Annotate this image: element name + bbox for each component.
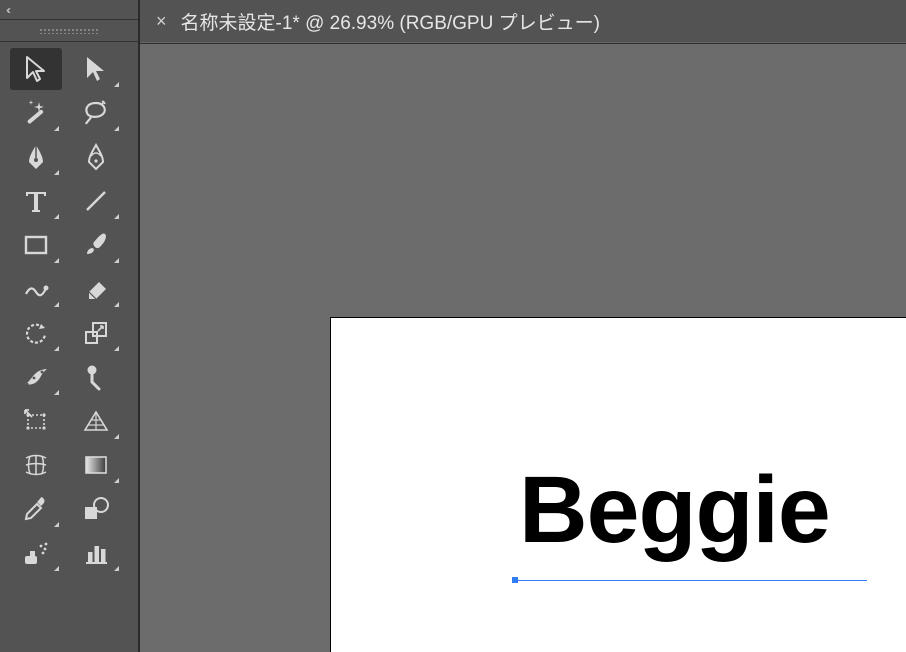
submenu-indicator-icon <box>54 258 59 263</box>
submenu-indicator-icon <box>54 566 59 571</box>
line-segment-tool[interactable] <box>70 180 122 222</box>
direct-selection-tool[interactable] <box>70 48 122 90</box>
submenu-indicator-icon <box>54 302 59 307</box>
tool-panel: ‹‹ <box>0 0 140 652</box>
submenu-indicator-icon <box>114 258 119 263</box>
tool-grid <box>0 42 138 580</box>
document-tab-title: 名称未設定-1* @ 26.93% (RGB/GPU プレビュー) <box>181 8 600 35</box>
eyedropper-tool[interactable] <box>10 488 62 530</box>
submenu-indicator-icon <box>114 346 119 351</box>
gradient-tool[interactable] <box>70 444 122 486</box>
perspective-grid-tool[interactable] <box>70 400 122 442</box>
submenu-indicator-icon <box>54 126 59 131</box>
eraser-tool[interactable] <box>70 268 122 310</box>
magic-wand-tool[interactable] <box>10 92 62 134</box>
submenu-indicator-icon <box>54 390 59 395</box>
grip-icon <box>39 28 99 34</box>
document-tab[interactable]: × 名称未設定-1* @ 26.93% (RGB/GPU プレビュー) <box>140 0 616 43</box>
free-transform-tool[interactable] <box>10 400 62 442</box>
close-icon[interactable]: × <box>156 11 167 32</box>
pen-tool[interactable] <box>10 136 62 178</box>
submenu-indicator-icon <box>114 126 119 131</box>
submenu-indicator-icon <box>114 434 119 439</box>
submenu-indicator-icon <box>54 170 59 175</box>
submenu-indicator-icon <box>114 214 119 219</box>
panel-drag-handle[interactable] <box>0 20 138 42</box>
puppet-warp-tool[interactable] <box>70 356 122 398</box>
submenu-indicator-icon <box>54 346 59 351</box>
mesh-tool[interactable] <box>10 444 62 486</box>
document-area: × 名称未設定-1* @ 26.93% (RGB/GPU プレビュー) Begg… <box>140 0 906 652</box>
panel-collapse-button[interactable]: ‹‹ <box>0 0 138 20</box>
submenu-indicator-icon <box>54 522 59 527</box>
scale-tool[interactable] <box>70 312 122 354</box>
selection-tool[interactable] <box>10 48 62 90</box>
rotate-tool[interactable] <box>10 312 62 354</box>
shaper-tool[interactable] <box>10 268 62 310</box>
submenu-indicator-icon <box>114 478 119 483</box>
lasso-tool[interactable] <box>70 92 122 134</box>
selection-handle[interactable] <box>512 577 518 583</box>
submenu-indicator-icon <box>54 214 59 219</box>
blend-tool[interactable] <box>70 488 122 530</box>
column-graph-tool[interactable] <box>70 532 122 574</box>
width-tool[interactable] <box>10 356 62 398</box>
document-tab-bar: × 名称未設定-1* @ 26.93% (RGB/GPU プレビュー) <box>140 0 906 44</box>
artboard[interactable]: Beggie <box>330 317 906 652</box>
text-object[interactable]: Beggie <box>519 463 830 558</box>
selection-baseline <box>515 580 867 581</box>
submenu-indicator-icon <box>114 302 119 307</box>
rectangle-tool[interactable] <box>10 224 62 266</box>
chevron-left-icon: ‹‹ <box>6 3 8 17</box>
submenu-indicator-icon <box>114 82 119 87</box>
canvas-viewport[interactable]: Beggie <box>140 44 906 652</box>
paintbrush-tool[interactable] <box>70 224 122 266</box>
submenu-indicator-icon <box>114 566 119 571</box>
symbol-sprayer-tool[interactable] <box>10 532 62 574</box>
curvature-tool[interactable] <box>70 136 122 178</box>
type-tool[interactable] <box>10 180 62 222</box>
